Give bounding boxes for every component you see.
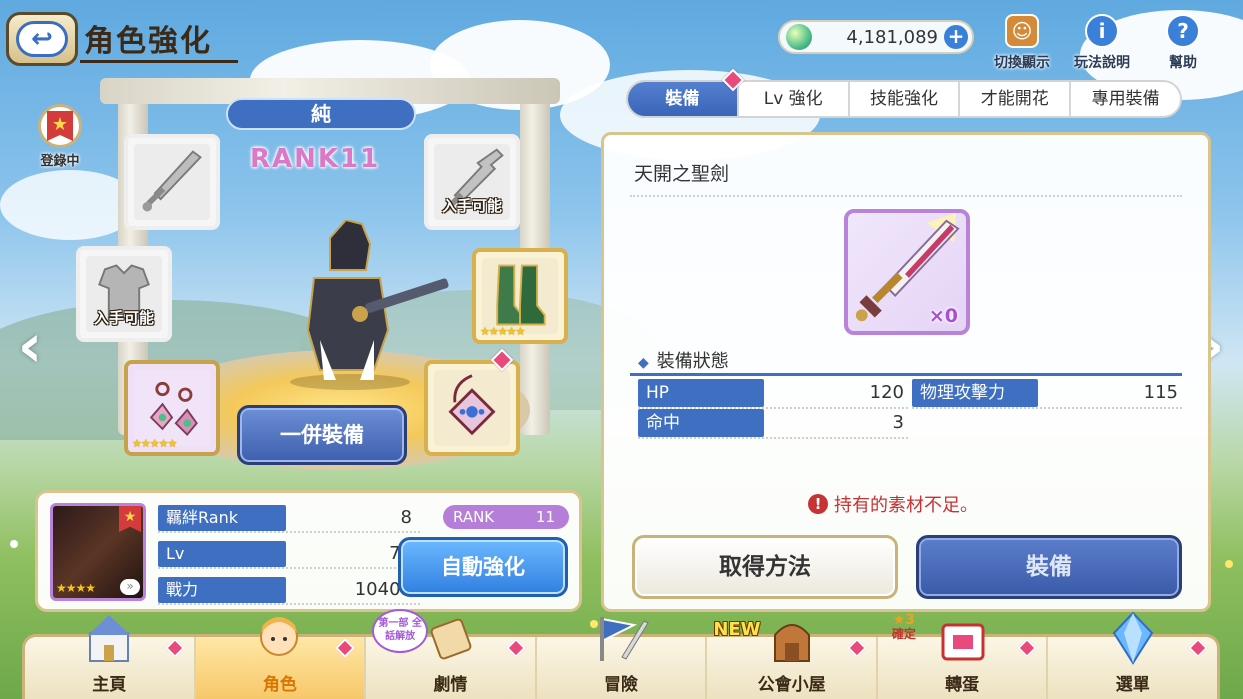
equip-all-button[interactable]: 一併裝備 bbox=[237, 405, 407, 465]
equipment-icon[interactable]: ×0 bbox=[844, 209, 970, 335]
owned-count: ×0 bbox=[928, 305, 958, 327]
equipment-name: 天開之聖劍 bbox=[634, 163, 730, 185]
character-status-card: ★ ★★★★ » 羈絆Rank 8 Lv 77 戰力 10401 RANK 11… bbox=[35, 490, 582, 612]
nav-home[interactable]: 主頁 bbox=[25, 615, 196, 699]
rank-pill: RANK 11 bbox=[443, 505, 569, 529]
back-arrow-icon: ↩ bbox=[16, 21, 68, 57]
obtain-method-button[interactable]: 取得方法 bbox=[632, 535, 898, 599]
help-icon: ? bbox=[1166, 14, 1200, 48]
character-switch-icon: ☺ bbox=[1005, 14, 1039, 48]
how-to-play-button[interactable]: i 玩法說明 bbox=[1074, 14, 1130, 72]
nav-adventure[interactable]: 冒險 bbox=[537, 617, 708, 699]
tab-unique-equipment[interactable]: 專用裝備 bbox=[1071, 82, 1180, 116]
menu-alert-diamond bbox=[1188, 638, 1208, 658]
insufficient-materials-warning: ! 持有的素材不足。 bbox=[808, 491, 978, 517]
divider bbox=[630, 195, 1182, 197]
title-underline bbox=[80, 60, 238, 63]
nav-menu[interactable]: 選單 bbox=[1048, 611, 1217, 699]
guild-alert-diamond bbox=[846, 638, 867, 658]
nav-gacha[interactable]: ★3 確定 轉蛋 bbox=[878, 613, 1049, 699]
tab-equipment[interactable]: 裝備 bbox=[628, 82, 739, 116]
gacha-icon bbox=[941, 623, 985, 661]
forward-icon: » bbox=[120, 579, 140, 595]
boots-icon bbox=[482, 258, 558, 334]
level-row: Lv 77 bbox=[158, 541, 420, 569]
warning-icon: ! bbox=[808, 494, 828, 514]
stat-physical-attack: 物理攻擊力 115 bbox=[912, 379, 1182, 409]
character-name: 純 bbox=[226, 98, 416, 130]
equip-slot-sword[interactable] bbox=[124, 134, 220, 230]
new-badge: NEW bbox=[713, 619, 761, 640]
section-title: ◆ 裝備狀態 bbox=[638, 351, 729, 372]
jewel-icon bbox=[786, 24, 812, 50]
character-icon bbox=[259, 617, 298, 656]
info-icon: i bbox=[1085, 14, 1119, 48]
equip-slot-armor[interactable]: 入手可能 bbox=[76, 246, 172, 342]
prev-character-arrow-icon[interactable]: ‹ bbox=[10, 316, 50, 378]
bond-rank-row: 羈絆Rank 8 bbox=[158, 505, 420, 533]
favorite-star-icon: ★ bbox=[119, 506, 141, 532]
story-scroll-icon bbox=[431, 618, 472, 660]
equip-button[interactable]: 裝備 bbox=[916, 535, 1182, 599]
currency-amount: 4,181,089 bbox=[846, 26, 938, 48]
story-badge: 第一部 全話解放 bbox=[372, 609, 429, 653]
character-alert-diamond bbox=[335, 638, 356, 658]
character-sprite bbox=[290, 220, 449, 390]
character-portrait[interactable]: ★ ★★★★ » bbox=[50, 503, 146, 601]
equip-slot-blade[interactable]: 入手可能 bbox=[424, 134, 520, 230]
gacha-guarantee-badge: ★3 確定 bbox=[891, 612, 916, 641]
guild-house-icon bbox=[773, 624, 810, 662]
help-button[interactable]: ? 幫助 bbox=[1166, 14, 1200, 72]
stat-hp: HP 120 bbox=[638, 379, 908, 409]
tab-star-up[interactable]: 才能開花 bbox=[960, 82, 1072, 116]
currency-display: 4,181,089 + bbox=[778, 20, 974, 54]
section-divider bbox=[630, 373, 1182, 376]
story-alert-diamond bbox=[505, 638, 526, 658]
amulet-icon bbox=[434, 370, 510, 446]
add-currency-button[interactable]: + bbox=[944, 25, 968, 49]
star-ribbon-icon: ★ bbox=[47, 111, 73, 141]
equip-slot-earring[interactable]: ★★★★★ bbox=[124, 360, 220, 456]
switch-display-button[interactable]: ☺ 切換顯示 bbox=[994, 14, 1050, 72]
castle-icon bbox=[88, 615, 131, 662]
equipment-detail-panel: 天開之聖劍 ×0 ◆ 裝備狀態 HP 120 物理攻擊力 115 命中 3 ! 持… bbox=[601, 132, 1211, 612]
power-row: 戰力 10401 bbox=[158, 577, 420, 605]
equip-slot-boots[interactable]: ★★★★★ bbox=[472, 248, 568, 344]
nav-story[interactable]: 第一部 全話解放 劇情 bbox=[366, 609, 537, 699]
enhance-tabs: 裝備 Lv 強化 技能強化 才能開花 專用裝備 bbox=[626, 80, 1182, 118]
menu-crystal-icon bbox=[1112, 611, 1154, 665]
gacha-alert-diamond bbox=[1017, 638, 1038, 658]
stat-accuracy: 命中 3 bbox=[638, 409, 908, 439]
auto-enhance-button[interactable]: 自動強化 bbox=[398, 537, 568, 597]
registered-badge[interactable]: ★ 登錄中 bbox=[32, 104, 88, 169]
equip-slot-amulet[interactable] bbox=[424, 360, 520, 456]
rank-label: RANK11 bbox=[250, 144, 381, 174]
adventure-flag-icon bbox=[600, 617, 649, 661]
back-button[interactable]: ↩ bbox=[6, 12, 78, 66]
tab-level-up[interactable]: Lv 強化 bbox=[739, 82, 850, 116]
page-title: 角色強化 bbox=[84, 24, 212, 59]
nav-character[interactable]: 角色 bbox=[195, 617, 367, 699]
earring-icon bbox=[134, 370, 210, 446]
nav-guild-house[interactable]: NEW 公會小屋 bbox=[707, 619, 878, 699]
sword-icon bbox=[134, 144, 210, 220]
bottom-nav: 主頁 角色 第一部 全話解放 劇情 冒險 NEW 公會小屋 ★3 確定 轉蛋 選… bbox=[22, 609, 1220, 699]
tab-skill-up[interactable]: 技能強化 bbox=[850, 82, 961, 116]
home-alert-diamond bbox=[164, 638, 185, 658]
